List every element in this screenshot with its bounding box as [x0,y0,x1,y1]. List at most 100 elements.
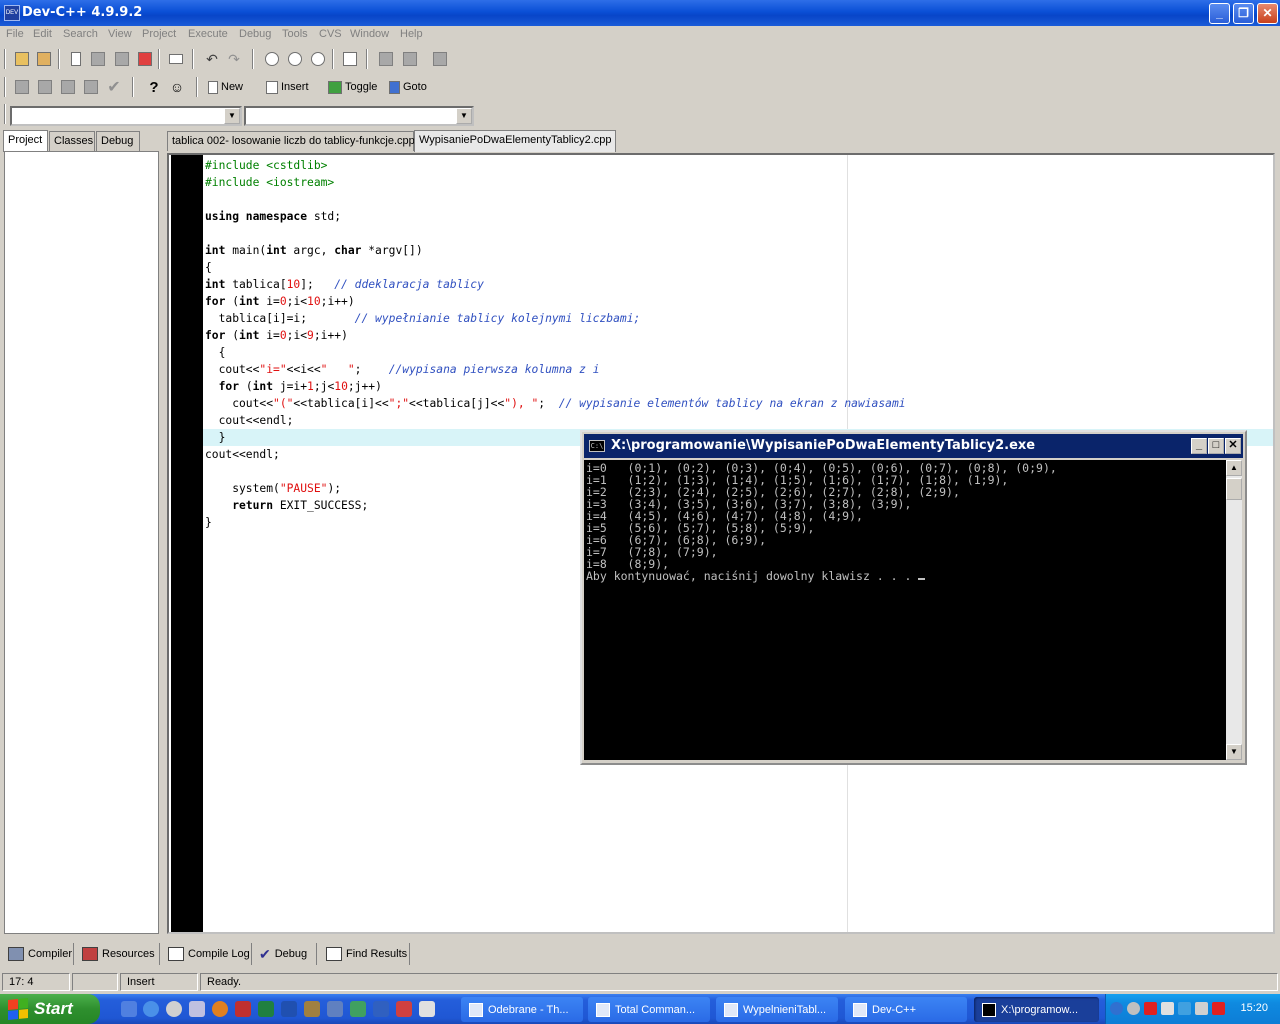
tab-classes[interactable]: Classes [49,131,95,151]
document-icon [724,1002,738,1017]
quicklaunch-download-icon[interactable] [373,1001,389,1017]
insert-button[interactable]: Insert [266,77,309,97]
quicklaunch-pdf-icon[interactable] [235,1001,251,1017]
tab-project[interactable]: Project [3,130,48,152]
close-file-icon[interactable] [135,49,155,69]
help-icon[interactable]: ? [144,77,164,97]
menu-search[interactable]: Search [63,28,98,40]
console-close-button[interactable]: ✕ [1225,438,1241,454]
close-button[interactable]: ✕ [1257,3,1278,24]
find-next-icon[interactable] [308,49,328,69]
scroll-thumb[interactable] [1226,478,1242,500]
tab-find-results[interactable]: Find Results [322,943,410,965]
goto-bookmark-button[interactable]: Goto [389,77,427,97]
compile-icon[interactable] [12,77,32,97]
tray-app-icon[interactable] [1127,1002,1140,1015]
console-window[interactable]: C:\ X:\programowanie\WypisaniePoDwaEleme… [580,430,1247,765]
quicklaunch-desktop-icon[interactable] [121,1001,137,1017]
tab-debug[interactable]: Debug [96,131,140,151]
scroll-up-icon[interactable]: ▲ [1226,460,1242,476]
forward-icon[interactable] [400,49,420,69]
menu-file[interactable]: File [6,28,24,40]
tray-display-icon[interactable] [1195,1002,1208,1015]
quicklaunch-tool-icon[interactable] [304,1001,320,1017]
compile-run-icon[interactable] [58,77,78,97]
remove-icon[interactable] [430,49,450,69]
menu-window[interactable]: Window [350,28,389,40]
tray-network-icon[interactable] [1161,1002,1174,1015]
class-combobox[interactable]: ▼ [10,106,242,126]
console-output: i=0 (0;1), (0;2), (0;3), (0;4), (0;5), (… [584,460,1226,760]
devcpp-icon [853,1002,867,1017]
menu-edit[interactable]: Edit [33,28,52,40]
quicklaunch-notes-icon[interactable] [419,1001,435,1017]
quicklaunch-media-icon[interactable] [166,1001,182,1017]
toggle-bookmark-button[interactable]: Toggle [328,77,377,97]
console-minimize-button[interactable]: _ [1191,438,1207,454]
quicklaunch-excel-icon[interactable] [258,1001,274,1017]
about-icon[interactable]: ☺ [167,77,187,97]
menu-cvs[interactable]: CVS [319,28,342,40]
taskbar-console[interactable]: X:\programow... [974,997,1099,1022]
close-project-icon[interactable] [34,49,54,69]
rebuild-icon[interactable] [81,77,101,97]
restore-button[interactable]: ❐ [1233,3,1254,24]
console-maximize-button[interactable]: □ [1208,438,1224,454]
quicklaunch-app-icon[interactable] [189,1001,205,1017]
goto-line-icon[interactable] [340,49,360,69]
console-scrollbar[interactable]: ▲ ▼ [1226,460,1242,760]
chevron-down-icon: ▼ [456,108,472,124]
system-tray: 15:20 [1105,994,1280,1024]
console-icon: C:\ [589,440,605,452]
check-icon[interactable]: ✔ [104,77,124,97]
undo-icon[interactable]: ↶ [202,49,222,69]
editor-tab-wypisanie[interactable]: WypisaniePoDwaElementyTablicy2.cpp [414,130,616,152]
tab-debug-output[interactable]: ✔ Debug [255,943,317,965]
run-icon[interactable] [35,77,55,97]
quicklaunch-ie-icon[interactable] [143,1001,159,1017]
taskbar-wypelnieni[interactable]: WypelnieniTabl... [716,997,838,1022]
tray-shield-icon[interactable] [1178,1002,1191,1015]
menu-debug[interactable]: Debug [239,28,271,40]
scroll-down-icon[interactable]: ▼ [1226,744,1242,760]
tray-antivirus-icon[interactable] [1144,1002,1157,1015]
find-icon[interactable] [262,49,282,69]
open-project-icon[interactable] [12,49,32,69]
save-icon[interactable] [88,49,108,69]
editor-tab-tablica[interactable]: tablica 002- losowanie liczb do tablicy-… [167,131,415,151]
quicklaunch-word-icon[interactable] [281,1001,297,1017]
tab-resources[interactable]: Resources [78,943,160,965]
print-icon[interactable] [166,49,186,69]
save-all-icon[interactable] [112,49,132,69]
taskbar-total-commander[interactable]: Total Comman... [588,997,710,1022]
new-file-icon[interactable] [66,49,86,69]
quicklaunch-network-icon[interactable] [350,1001,366,1017]
project-tree[interactable] [4,151,159,934]
tab-compile-log[interactable]: Compile Log [164,943,252,965]
devcpp-app-icon[interactable]: DEV [4,5,20,21]
member-combobox[interactable]: ▼ [244,106,474,126]
quicklaunch-firefox-icon[interactable] [212,1001,228,1017]
menu-view[interactable]: View [108,28,132,40]
menu-execute[interactable]: Execute [188,28,228,40]
console-title-bar[interactable]: C:\ X:\programowanie\WypisaniePoDwaEleme… [584,434,1243,458]
tray-expand-icon[interactable] [1110,1002,1123,1015]
quicklaunch-check-icon[interactable] [396,1001,412,1017]
clock: 15:20 [1240,1002,1268,1014]
back-icon[interactable] [376,49,396,69]
replace-icon[interactable] [285,49,305,69]
start-button[interactable]: Start [0,994,100,1024]
quicklaunch-settings-icon[interactable] [327,1001,343,1017]
menu-tools[interactable]: Tools [282,28,308,40]
title-bar: DEV Dev-C++ 4.9.9.2 _ ❐ ✕ [0,0,1280,26]
redo-icon[interactable]: ↷ [224,49,244,69]
tray-ati-icon[interactable] [1212,1002,1225,1015]
new-button[interactable]: New [208,77,243,97]
minimize-button[interactable]: _ [1209,3,1230,24]
tab-compiler[interactable]: Compiler [4,943,74,965]
menu-project[interactable]: Project [142,28,176,40]
menu-help[interactable]: Help [400,28,423,40]
taskbar-devcpp[interactable]: Dev-C++ [845,997,967,1022]
taskbar-thunderbird[interactable]: Odebrane - Th... [461,997,583,1022]
